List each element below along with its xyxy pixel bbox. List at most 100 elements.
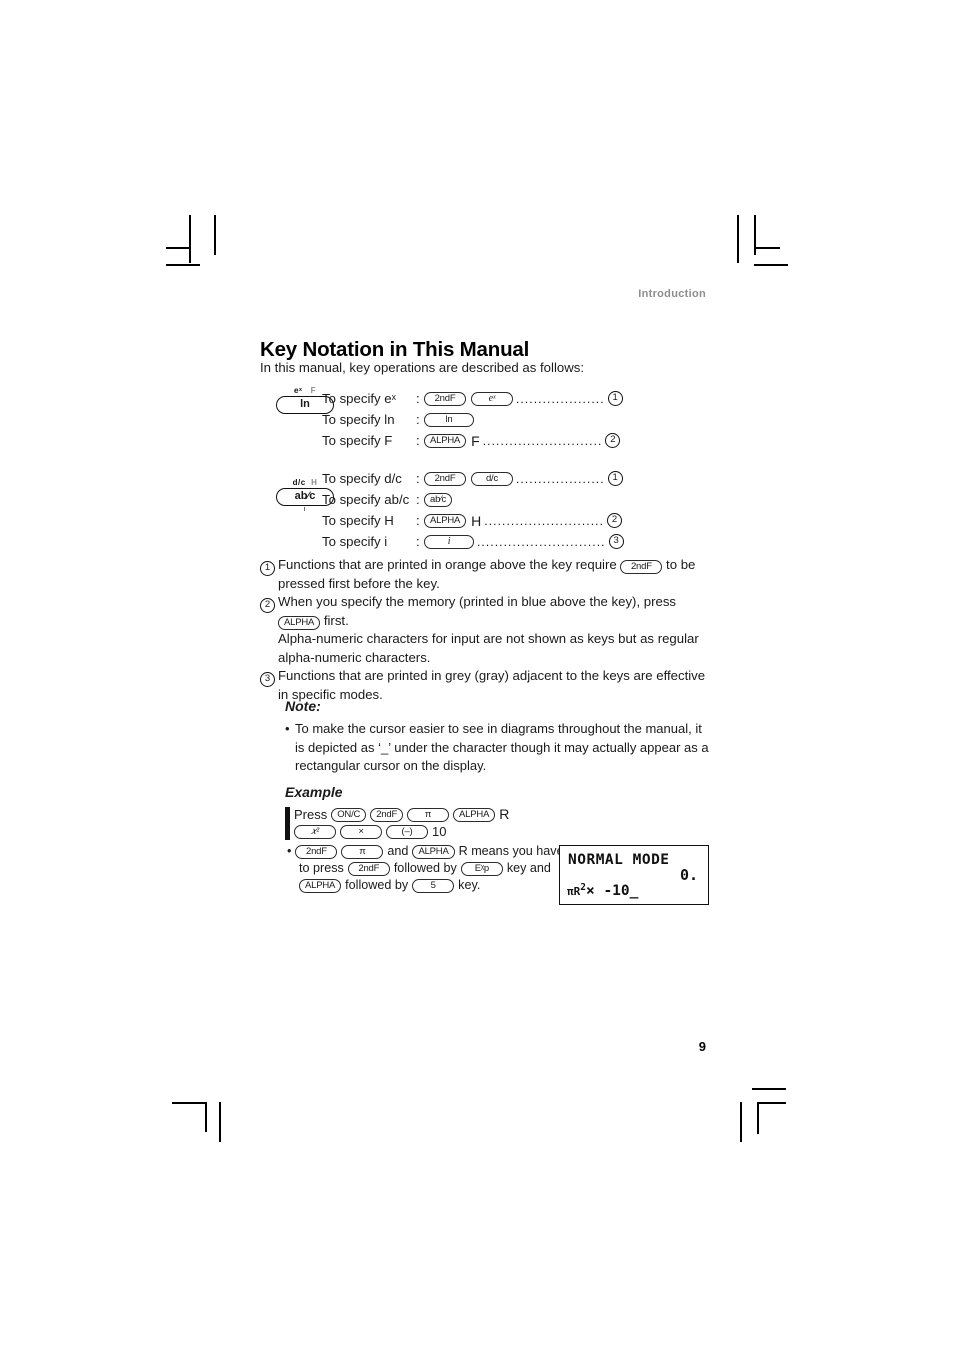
key-2ndf[interactable]: 2ndF: [347, 861, 390, 876]
example-press-lines: Press ON/C 2ndF π ALPHA R 𝑥² × (–) 10: [285, 806, 555, 840]
example-bullet-tail-1: R means you have: [458, 844, 564, 858]
notation-row-colon: :: [416, 471, 420, 486]
example-accent-bar: [285, 807, 290, 840]
note-bullet-icon: •: [285, 721, 290, 736]
reference-marker: 2: [607, 513, 622, 528]
key-i[interactable]: i: [424, 534, 474, 549]
leader-dots: ....................: [516, 391, 605, 406]
lcd-mode-line: NORMAL MODE: [568, 852, 670, 868]
notation-row-label: To specify F: [322, 433, 393, 448]
example-bullet-tail-3: key.: [458, 878, 481, 892]
numbered-note-item: 3 Functions that are printed in grey (gr…: [260, 667, 712, 704]
key-alpha[interactable]: ALPHA: [453, 807, 496, 822]
numbered-note-body: Functions that are printed in grey (gray…: [278, 668, 706, 702]
numbered-note-body: Functions that are printed in orange abo…: [278, 556, 712, 593]
key-exp[interactable]: Eᵡp: [460, 861, 503, 876]
key-pi[interactable]: π: [341, 844, 384, 859]
numbered-note-marker: 2: [260, 593, 278, 667]
crop-mark-bl-vert-inner: [205, 1102, 207, 1132]
example-press-line-1: Press ON/C 2ndF π ALPHA R: [294, 806, 555, 823]
crop-mark-tl-vert-inner: [214, 215, 216, 255]
notation-row-colon: :: [416, 513, 420, 528]
crop-mark-bl-vert-outer: [219, 1102, 221, 1142]
numbered-notes-list: 1 Functions that are printed in orange a…: [260, 556, 712, 704]
key-alpha[interactable]: ALPHA: [299, 878, 342, 893]
crop-mark-br-horz-inner: [757, 1102, 786, 1104]
crop-mark-br-horz-outer: [752, 1088, 786, 1090]
intro-paragraph: In this manual, key operations are descr…: [260, 360, 584, 375]
crop-mark-tr-vert-outer: [737, 215, 739, 263]
key-multiply[interactable]: ×: [340, 824, 382, 839]
notation-row-colon: :: [416, 492, 420, 507]
key-dc[interactable]: d/c: [471, 471, 513, 486]
key-alpha[interactable]: ALPHA: [412, 844, 455, 859]
lcd-value: 0.: [679, 866, 698, 884]
crop-mark-tl-vert-outer: [189, 215, 191, 263]
note-body: • To make the cursor easier to see in di…: [285, 720, 710, 776]
key-alpha[interactable]: ALPHA: [424, 513, 467, 528]
notation-row-keys: ln: [424, 412, 474, 427]
crop-mark-tr-horz-outer: [754, 247, 780, 249]
lcd-entry-prefix: πR: [567, 885, 581, 898]
key-pi[interactable]: π: [407, 807, 450, 822]
leader-dots: ....................: [516, 471, 605, 486]
reference-marker: 1: [607, 391, 623, 406]
page-number: 9: [698, 1039, 706, 1054]
example-bullet-pre-2: to press: [299, 861, 344, 875]
notation-group-ln: To specify eˣ : 2ndF eˣ ................…: [260, 388, 623, 451]
leader-dots: ...........................: [484, 513, 604, 528]
notation-row: To specify H : ALPHA H .................…: [260, 510, 624, 531]
key-ln[interactable]: ln: [424, 412, 474, 427]
key-2ndf[interactable]: 2ndF: [620, 560, 663, 574]
notation-row-keys: 2ndF eˣ: [424, 391, 513, 406]
crop-mark-br-vert-inner: [757, 1102, 759, 1134]
notation-row-label: To specify H: [322, 513, 394, 528]
notation-row: To specify F : ALPHA F .................…: [260, 430, 623, 451]
notation-row-label: To specify ab/c: [322, 492, 410, 507]
example-bullet-line-1: • 2ndF π and ALPHA R means you have: [287, 843, 564, 860]
numbered-note-extra-paragraph: Alpha-numeric characters for input are n…: [278, 631, 699, 665]
example-bullet-mid-3: followed by: [345, 878, 409, 892]
example-bullet-line-2: to press 2ndF followed by Eᵡp key and: [287, 860, 552, 877]
key-alpha[interactable]: ALPHA: [278, 615, 321, 630]
key-2ndf[interactable]: 2ndF: [424, 471, 466, 486]
notation-row-plain-char: F: [471, 432, 480, 449]
reference-marker: 1: [607, 471, 623, 486]
crop-mark-tr-vert-inner: [754, 215, 756, 255]
key-ex[interactable]: eˣ: [471, 391, 513, 406]
crop-mark-br-vert-outer: [740, 1102, 742, 1142]
note-heading: Note:: [285, 698, 321, 714]
example-bullet-tail-2: key and: [506, 861, 551, 875]
key-negate[interactable]: (–): [386, 824, 428, 839]
notation-row-label: To specify eˣ: [322, 391, 396, 406]
key-2ndf[interactable]: 2ndF: [295, 844, 338, 859]
example-press-block: Press ON/C 2ndF π ALPHA R 𝑥² × (–) 10: [285, 806, 555, 840]
key-abc[interactable]: ab⁄c: [424, 492, 453, 507]
notation-row-keys: ab⁄c: [424, 492, 453, 507]
numbered-note-marker: 3: [260, 667, 278, 704]
notation-row: To specify i : i .......................…: [260, 531, 624, 552]
key-five[interactable]: 5: [412, 878, 455, 893]
page-title: Key Notation in This Manual: [260, 337, 530, 361]
numbered-note-text-after: first.: [323, 612, 349, 628]
notation-row: To specify d/c : 2ndF d/c ..............…: [260, 468, 624, 489]
key-onc[interactable]: ON/C: [331, 807, 367, 822]
key-x-squared[interactable]: 𝑥²: [294, 824, 336, 839]
example-bullet-line-3: ALPHA followed by 5 key.: [287, 877, 552, 894]
notation-row-colon: :: [416, 433, 420, 448]
numbered-note-body: When you specify the memory (printed in …: [278, 593, 712, 667]
example-press-plain-1: R: [499, 806, 510, 822]
notation-row-colon: :: [416, 534, 420, 549]
key-2ndf[interactable]: 2ndF: [370, 807, 404, 822]
numbered-note-marker: 1: [260, 556, 278, 593]
leader-dots: ...........................: [482, 433, 603, 448]
key-alpha[interactable]: ALPHA: [424, 433, 467, 448]
numbered-note-text-before: Functions that are printed in orange abo…: [278, 557, 617, 572]
example-bullet-block: • 2ndF π and ALPHA R means you have to p…: [287, 843, 564, 894]
notation-row-colon: :: [416, 391, 420, 406]
example-bullet-mid-1: and: [387, 844, 409, 858]
crop-mark-tr-horz-inner: [754, 264, 788, 266]
numbered-note-item: 2 When you specify the memory (printed i…: [260, 593, 712, 667]
notation-group-abc: To specify d/c : 2ndF d/c ..............…: [260, 468, 624, 552]
key-2ndf[interactable]: 2ndF: [424, 391, 466, 406]
